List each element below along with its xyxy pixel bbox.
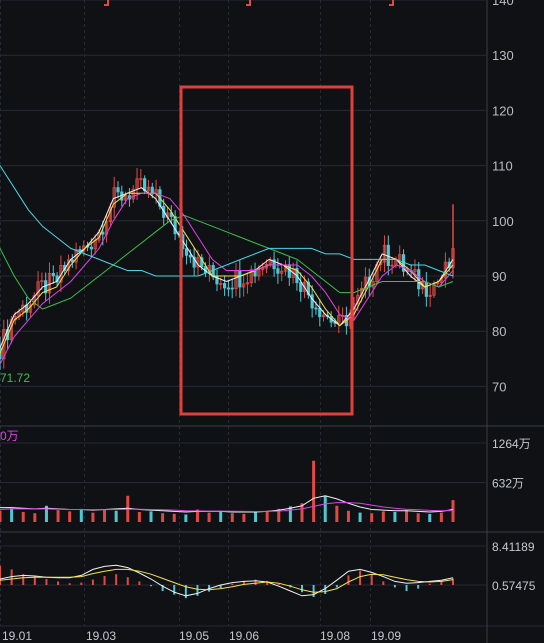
- price-tick-label: 70: [492, 379, 506, 394]
- price-tick-label: 140: [492, 0, 514, 8]
- volume-bar: [10, 508, 14, 522]
- volume-bar: [103, 509, 107, 522]
- macd-tick-label: 0.57475: [492, 579, 536, 593]
- date-tick-label: 19.09: [371, 629, 401, 643]
- panel-separators: [0, 0, 544, 643]
- candle-body: [230, 287, 234, 290]
- date-tick-label: 19.06: [229, 629, 259, 643]
- price-tick-label: 80: [492, 324, 506, 339]
- price-tick-label: 120: [492, 103, 514, 118]
- candle-body: [116, 187, 120, 193]
- event-marker: [389, 0, 394, 6]
- volume-bar: [230, 513, 234, 522]
- macd-dif-line: [0, 564, 454, 597]
- candle-body: [424, 281, 428, 297]
- ma-line-ma5: [0, 187, 454, 348]
- volume-left-label: 0万: [0, 429, 19, 443]
- candle-body: [51, 272, 55, 277]
- volume-bar: [451, 500, 455, 522]
- price-tick-label: 110: [492, 159, 513, 174]
- volume-bar: [242, 513, 246, 522]
- volume-bar: [161, 513, 165, 522]
- volume-bar: [91, 512, 95, 522]
- volume-bar: [79, 508, 83, 522]
- date-tick-label: 19.03: [86, 629, 116, 643]
- macd-tick-label: 8.41189: [492, 540, 535, 554]
- volume-bar: [0, 510, 2, 522]
- event-marker: [104, 0, 109, 6]
- min-price-annotation: 71.72: [0, 371, 30, 385]
- volume-bar: [114, 510, 118, 522]
- volume-bar: [439, 512, 443, 522]
- volume-bar: [428, 513, 432, 522]
- volume-bar: [312, 460, 316, 522]
- volume-bar: [33, 513, 37, 522]
- date-tick-label: 19.01: [2, 629, 32, 643]
- volume-bar: [323, 495, 327, 522]
- chart-canvas: 140 130 120 110 100 90 80 70 19.01 19.03 19.05 19.0…: [0, 0, 544, 643]
- volume-tick-label: 1264万: [492, 437, 531, 451]
- candle-body: [314, 307, 318, 310]
- volume-bar: [381, 511, 385, 522]
- volume-bar: [172, 513, 176, 522]
- candle-body: [238, 270, 242, 288]
- candle-body: [310, 294, 314, 309]
- volume-bar: [405, 510, 409, 522]
- volume-bar: [56, 510, 60, 522]
- candle-body: [276, 268, 280, 274]
- candle-body: [222, 283, 227, 289]
- volume-bar: [346, 510, 350, 522]
- date-tick-label: 19.05: [179, 629, 209, 643]
- price-tick-label: 130: [492, 48, 514, 63]
- price-tick-label: 90: [492, 269, 506, 284]
- volume-bar: [68, 511, 72, 522]
- volume-bar: [335, 505, 339, 522]
- volume-bar: [393, 512, 397, 522]
- candle-body: [101, 231, 105, 235]
- volume-unit: 0万: [0, 429, 19, 443]
- volume-tick-label: 632万: [492, 477, 524, 491]
- ma-line-ma20: [0, 192, 454, 365]
- volume-bar: [254, 512, 258, 522]
- price-ma-lines: [0, 165, 454, 365]
- axis-labels: 140 130 120 110 100 90 80 70 19.01 19.03 19.05 19.0…: [2, 0, 536, 643]
- volume-bar: [149, 511, 153, 522]
- volume-bar: [137, 512, 141, 522]
- candle-body: [78, 249, 82, 252]
- candle-body: [299, 282, 303, 292]
- macd-panel-marks: [0, 564, 454, 599]
- price-tick-label: 100: [492, 214, 514, 229]
- volume-bar: [358, 512, 362, 522]
- candle-body: [188, 254, 192, 258]
- volume-bars: [0, 460, 455, 522]
- volume-bar: [21, 512, 25, 522]
- event-marker: [246, 0, 251, 6]
- volume-bar: [219, 511, 223, 522]
- volume-bar: [370, 513, 374, 522]
- candle-body: [89, 246, 93, 250]
- macd-dea-line: [0, 568, 454, 593]
- candle-body: [184, 248, 189, 256]
- volume-bar: [416, 513, 420, 522]
- date-tick-label: 19.08: [320, 629, 350, 643]
- volume-bar: [207, 512, 211, 522]
- min-price-label: 71.72: [0, 371, 30, 385]
- volume-bar: [265, 510, 269, 522]
- candle-body: [226, 287, 231, 290]
- volume-bar: [184, 514, 188, 522]
